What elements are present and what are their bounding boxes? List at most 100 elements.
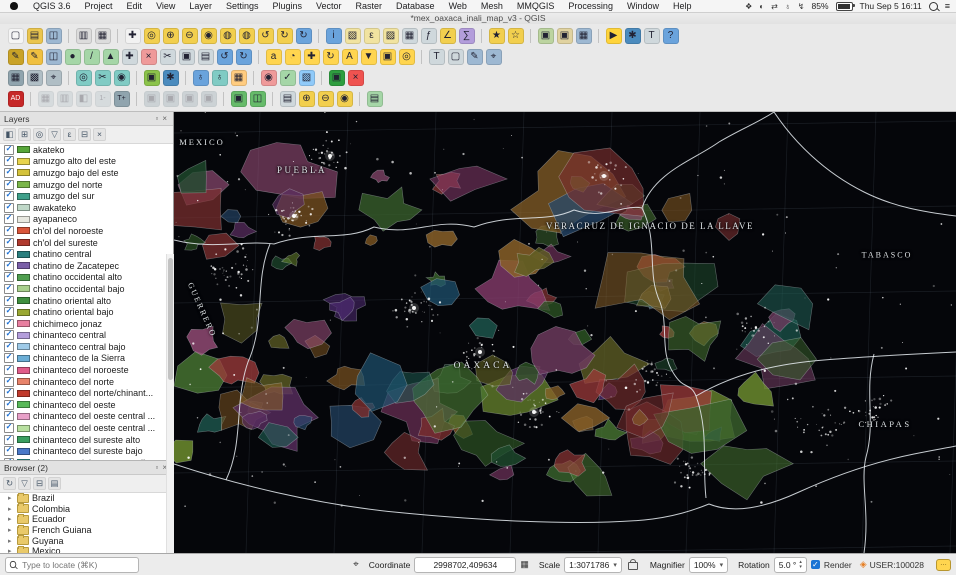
tool-grass-tools-icon[interactable]: ▣	[144, 70, 160, 86]
tool-change-label-icon[interactable]: A	[342, 49, 358, 65]
menubar-clock[interactable]: Thu Sep 5 16:11	[860, 1, 922, 11]
tool-plugin-manager-icon[interactable]: ✱	[625, 28, 641, 44]
layer-row[interactable]: amuzgo alto del este	[0, 156, 173, 168]
tool-rotate-label-icon[interactable]: ↻	[323, 49, 339, 65]
open-layer-styling-icon[interactable]: ◧	[3, 128, 16, 141]
tool-python-console-icon[interactable]: ▶	[606, 28, 622, 44]
add-group-icon[interactable]: ⊞	[18, 128, 31, 141]
layer-checkbox[interactable]	[4, 156, 14, 166]
tool-annotation-target-icon[interactable]: ⌖	[486, 49, 502, 65]
layer-checkbox[interactable]	[4, 226, 14, 236]
menubar-item[interactable]: View	[149, 1, 182, 11]
locator-input[interactable]	[20, 559, 135, 571]
layer-checkbox[interactable]	[4, 330, 14, 340]
layer-row[interactable]: chinanteco central	[0, 330, 173, 342]
browser-item[interactable]: ▸ Mexico	[0, 546, 173, 553]
layer-checkbox[interactable]	[4, 400, 14, 410]
tool-new-layout-icon[interactable]: ▥	[76, 28, 92, 44]
menubar-item[interactable]: Database	[389, 1, 442, 11]
layer-checkbox[interactable]	[4, 238, 14, 248]
tool-add-polygon-feature-icon[interactable]: ▲	[103, 49, 119, 65]
tool-layout-manager-icon[interactable]: ▦	[95, 28, 111, 44]
menubar-item[interactable]: Plugins	[265, 1, 309, 11]
tool-new-project-icon[interactable]: ▢	[8, 28, 24, 44]
filter-expression-icon[interactable]: ε	[63, 128, 76, 141]
layer-row[interactable]: chichimeco jonaz	[0, 318, 173, 330]
tool-new-shapefile-layer-icon[interactable]: ▣	[557, 28, 573, 44]
scale-lock-icon[interactable]	[628, 562, 638, 570]
menubar-item[interactable]: QGIS 3.6	[26, 1, 78, 11]
coordinate-capture-icon[interactable]: ⌖	[353, 559, 359, 570]
layer-row[interactable]: chatino central	[0, 248, 173, 260]
menubar-item[interactable]: Processing	[561, 1, 620, 11]
rotation-spin-arrows-icon[interactable]: ▴▾	[799, 560, 802, 570]
layer-row[interactable]: chatino occidental bajo	[0, 283, 173, 295]
tool-paste-features-icon[interactable]: ▤	[198, 49, 214, 65]
tool-text-annotation-2-icon[interactable]: T	[429, 49, 445, 65]
tool-save-project-icon[interactable]: ◫	[46, 28, 62, 44]
layer-checkbox[interactable]	[4, 168, 14, 178]
crs-indicator[interactable]: ◈ USER:100028	[856, 558, 928, 571]
layer-checkbox[interactable]	[4, 191, 14, 201]
tool-current-edits-icon[interactable]: ✎	[8, 49, 24, 65]
layer-checkbox[interactable]	[4, 342, 14, 352]
tool-zoom-to-selection-icon[interactable]: ◍	[220, 28, 236, 44]
layers-scrollbar-thumb[interactable]	[168, 258, 173, 380]
tool-delete-selected-icon[interactable]: ×	[141, 49, 157, 65]
layers-scrollbar[interactable]	[166, 254, 174, 574]
keyboard-icon[interactable]: ❖	[745, 2, 752, 11]
layer-row[interactable]: chatino oriental alto	[0, 295, 173, 307]
tool-data-source-manager-icon[interactable]: ▦	[576, 28, 592, 44]
layer-checkbox[interactable]	[4, 307, 14, 317]
disclosure-triangle-icon[interactable]: ▸	[8, 526, 14, 534]
layer-row[interactable]: ch'ol del noroeste	[0, 225, 173, 237]
browser-item[interactable]: ▸ Colombia	[0, 504, 173, 515]
collapse-all-icon[interactable]: ⊟	[78, 128, 91, 141]
layer-row[interactable]: chinanteco del sureste bajo	[0, 445, 173, 457]
layer-row[interactable]: chinanteco central bajo	[0, 341, 173, 353]
layer-checkbox[interactable]	[4, 458, 14, 460]
tool-osgeo-box-icon[interactable]: ▣	[329, 70, 345, 86]
tool-close-tool-icon[interactable]: ×	[348, 70, 364, 86]
menubar-item[interactable]: Layer	[182, 1, 219, 11]
tool-pan-map-icon[interactable]: ✚	[125, 28, 141, 44]
browser-filter-icon[interactable]: ▽	[18, 477, 31, 490]
tool-open-attribute-table-icon[interactable]: ▦	[402, 28, 418, 44]
tool-add-line-feature-icon[interactable]: /	[84, 49, 100, 65]
browser-collapse-icon[interactable]: ⊟	[33, 477, 46, 490]
tool-map-theme-green-icon[interactable]: ▣	[231, 91, 247, 107]
tool-show-hidden-labels-icon[interactable]: ◎	[399, 49, 415, 65]
tool-toggle-editing-icon[interactable]: ✎	[27, 49, 43, 65]
layer-checkbox[interactable]	[4, 388, 14, 398]
tool-undo-icon[interactable]: ↺	[217, 49, 233, 65]
tool-select-rectangle-icon[interactable]: ▧	[345, 28, 361, 44]
disclosure-triangle-icon[interactable]: ▸	[8, 537, 14, 545]
tool-copy-map-icon[interactable]: ▤	[280, 91, 296, 107]
layer-checkbox[interactable]	[4, 319, 14, 329]
messages-icon[interactable]: …	[936, 559, 951, 571]
layer-row[interactable]: chinanteco del oeste central ...	[0, 411, 173, 423]
tool-vertex-tool-icon[interactable]: ✚	[122, 49, 138, 65]
tool-identify-features-icon[interactable]: i	[326, 28, 342, 44]
tool-zoom-out-icon[interactable]: ⊖	[182, 28, 198, 44]
layer-row[interactable]: chatino occidental alto	[0, 272, 173, 284]
spotlight-search-icon[interactable]	[929, 2, 938, 11]
tool-text-annotation-icon[interactable]: T	[644, 28, 660, 44]
map-canvas[interactable]: MEXICOPUEBLAVERACRUZ DE IGNACIO DE LA LL…	[174, 112, 956, 553]
tool-add-point-feature-icon[interactable]: ●	[65, 49, 81, 65]
tool-raster-calculator-icon[interactable]: ▩	[27, 70, 43, 86]
tool-gps-tools-icon[interactable]: ◉	[261, 70, 277, 86]
tool-new-geopackage-layer-icon[interactable]: ▣	[538, 28, 554, 44]
layer-row[interactable]: awakateko	[0, 202, 173, 214]
layer-row[interactable]: chinanteco del noroeste	[0, 364, 173, 376]
tool-vector-clip-icon[interactable]: ✂	[95, 70, 111, 86]
tool-svg-annotation-icon[interactable]: ✎	[467, 49, 483, 65]
tool-layer-diagram-icon[interactable]: ◔	[285, 49, 301, 65]
tool-full-histogram-icon[interactable]: T+	[114, 91, 130, 107]
layer-checkbox[interactable]	[4, 365, 14, 375]
tool-open-project-icon[interactable]: ▤	[27, 28, 43, 44]
tool-wms-layer-icon[interactable]: ♁	[212, 70, 228, 86]
tool-magnifier-tool-icon[interactable]: ◉	[337, 91, 353, 107]
tool-highlight-pinned-labels-icon[interactable]: ▣	[380, 49, 396, 65]
extents-icon[interactable]: ▦	[520, 559, 529, 570]
